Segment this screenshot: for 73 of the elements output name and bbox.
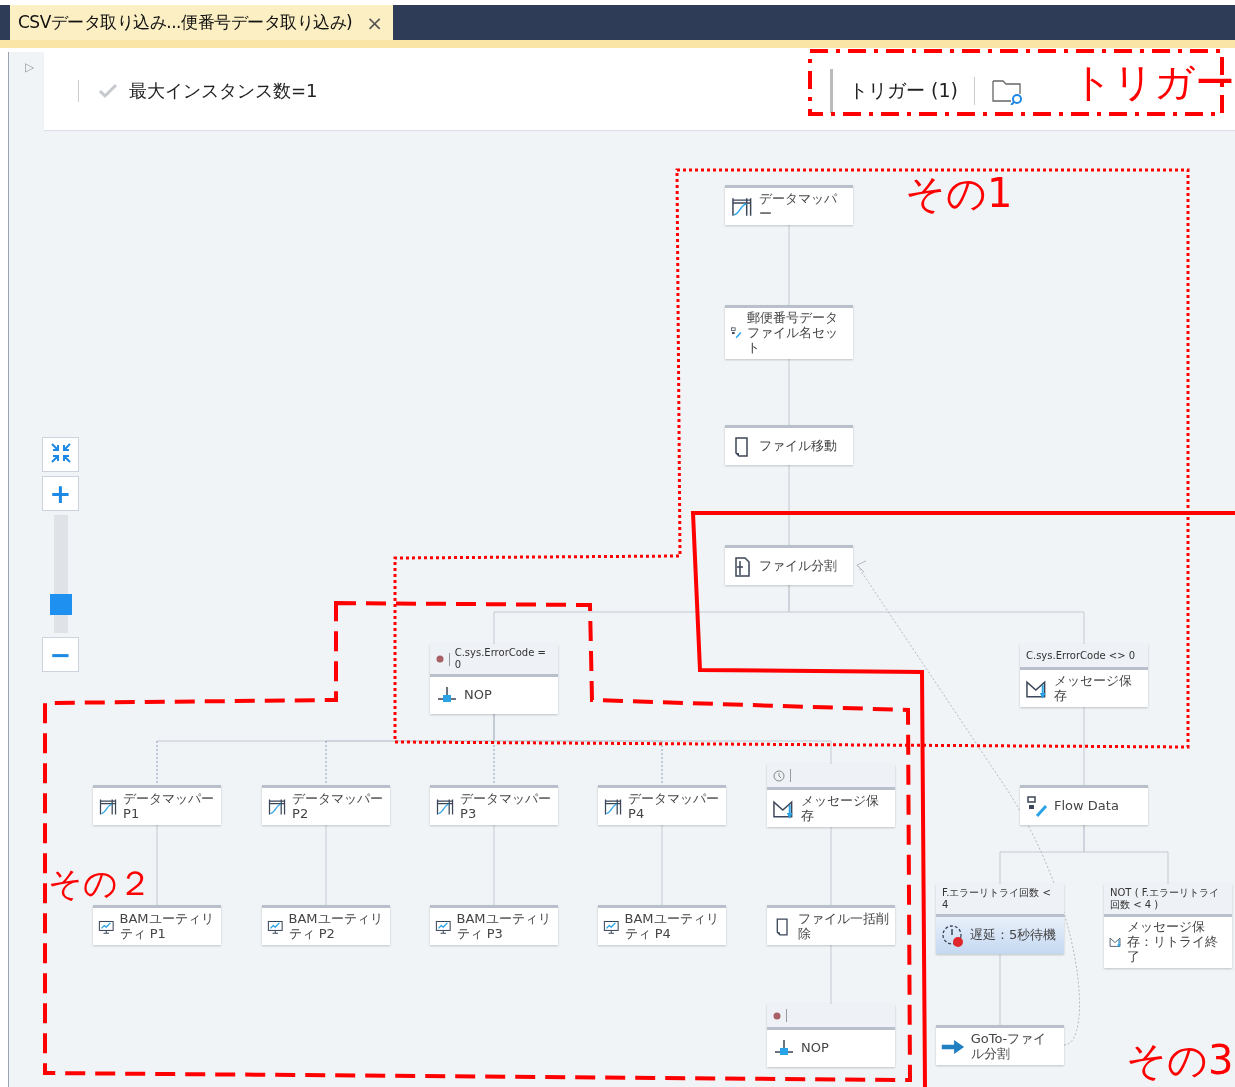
- node-label: BAMユーティリティ P1: [119, 911, 215, 942]
- node-body[interactable]: メッセージ保存：リトライ終了: [1104, 917, 1232, 968]
- flow-node[interactable]: 郵便番号データファイル名セット: [725, 305, 853, 359]
- node-label: BAMユーティリティ P2: [288, 911, 384, 942]
- node-label: Flow Data: [1054, 799, 1119, 814]
- node-label: ファイル分割: [759, 559, 837, 574]
- tab-title: CSVデータ取り込み...便番号データ取り込み): [18, 11, 353, 34]
- condition-label: F.エラーリトライ回数 < 4: [942, 887, 1052, 911]
- clock-icon: [773, 769, 785, 782]
- condition-label: C.sys.ErrorCode = 0: [454, 647, 547, 671]
- status-dot-icon: [436, 655, 444, 663]
- slider-thumb[interactable]: [49, 593, 72, 615]
- collapse-icon: [48, 440, 73, 465]
- flow-node[interactable]: データマッパー P3: [430, 785, 558, 825]
- flow-node[interactable]: ファイル分割: [725, 545, 853, 585]
- annotation-label: トリガー: [1072, 62, 1235, 102]
- node-body[interactable]: 遅延：5秒待機: [936, 917, 1064, 954]
- node-label: BAMユーティリティ P4: [624, 911, 720, 942]
- node-body[interactable]: NOP: [767, 1030, 895, 1067]
- flow-node[interactable]: NOP: [767, 1004, 895, 1067]
- annotation-label: その1: [905, 173, 1013, 213]
- flow-node[interactable]: GoTo-ファイル分割: [936, 1025, 1064, 1065]
- node-label: メッセージ保存：リトライ終了: [1127, 920, 1220, 965]
- fit-button[interactable]: [42, 437, 79, 472]
- flow-node[interactable]: C.sys.ErrorCode <> 0 メッセージ保存: [1020, 644, 1148, 707]
- condition-label: C.sys.ErrorCode <> 0: [1026, 649, 1136, 662]
- flow-node[interactable]: BAMユーティリティ P2: [262, 905, 390, 945]
- node-label: データマッパー P3: [460, 791, 553, 822]
- condition-label: NOT ( F.エラーリトライ回数 < 4 ): [1110, 887, 1221, 911]
- node-label: NOP: [464, 688, 492, 703]
- zoom-in-button[interactable]: +: [42, 476, 79, 511]
- flow-node[interactable]: BAMユーティリティ P4: [598, 905, 726, 945]
- folder-search-icon[interactable]: [991, 77, 1025, 105]
- check-icon: [97, 82, 119, 100]
- node-body[interactable]: メッセージ保存: [767, 790, 895, 827]
- node-label: データマッパー P1: [123, 791, 216, 822]
- annotation-label: その２: [48, 866, 152, 900]
- node-label: メッセージ保存: [1053, 673, 1133, 704]
- flow-node[interactable]: データマッパー P4: [598, 785, 726, 825]
- flow-node[interactable]: BAMユーティリティ P1: [93, 905, 221, 945]
- flow-node[interactable]: データマッパー P2: [262, 785, 390, 825]
- flow-node[interactable]: ファイル一括削除: [767, 905, 895, 945]
- node-body[interactable]: メッセージ保存: [1020, 670, 1148, 707]
- node-label: 遅延：5秒待機: [970, 928, 1057, 943]
- max-instances-label: 最大インスタンス数=1: [129, 79, 318, 103]
- node-label: データマッパー: [758, 191, 838, 222]
- clock-icon: [941, 923, 965, 948]
- flow-node[interactable]: C.sys.ErrorCode = 0 NOP: [430, 644, 558, 714]
- node-label: データマッパー P4: [628, 791, 721, 822]
- document-tab[interactable]: CSVデータ取り込み...便番号データ取り込み) ×: [10, 5, 393, 40]
- node-body[interactable]: NOP: [430, 677, 558, 714]
- flow-node[interactable]: ファイル移動: [725, 425, 853, 465]
- status-dot-icon: [773, 1011, 781, 1020]
- node-label: データマッパー P2: [292, 791, 385, 822]
- node-label: 郵便番号データファイル名セット: [747, 311, 840, 356]
- node-label: NOP: [801, 1041, 829, 1056]
- node-label: BAMユーティリティ P3: [456, 911, 552, 942]
- close-button[interactable]: ×: [366, 10, 383, 35]
- flow-node[interactable]: データマッパー: [725, 185, 853, 225]
- node-label: メッセージ保存: [800, 793, 880, 824]
- flow-node[interactable]: メッセージ保存: [767, 764, 895, 827]
- node-label: ファイル移動: [759, 439, 837, 454]
- annotation-label: その3: [1126, 1040, 1234, 1080]
- flow-node[interactable]: NOT ( F.エラーリトライ回数 < 4 ) メッセージ保存：リトライ終了: [1104, 884, 1232, 968]
- pencil-icon: [1025, 794, 1049, 819]
- flow-node[interactable]: BAMユーティリティ P3: [430, 905, 558, 945]
- zoom-out-button[interactable]: −: [42, 637, 79, 672]
- flow-node[interactable]: Flow Data: [1020, 785, 1148, 825]
- node-label: ファイル一括削除: [798, 911, 890, 942]
- trigger-tab[interactable]: トリガー (1): [830, 69, 958, 113]
- flow-node[interactable]: F.エラーリトライ回数 < 4 遅延：5秒待機: [936, 884, 1064, 954]
- flow-node[interactable]: データマッパー P1: [93, 785, 221, 825]
- node-label: GoTo-ファイル分割: [970, 1031, 1048, 1062]
